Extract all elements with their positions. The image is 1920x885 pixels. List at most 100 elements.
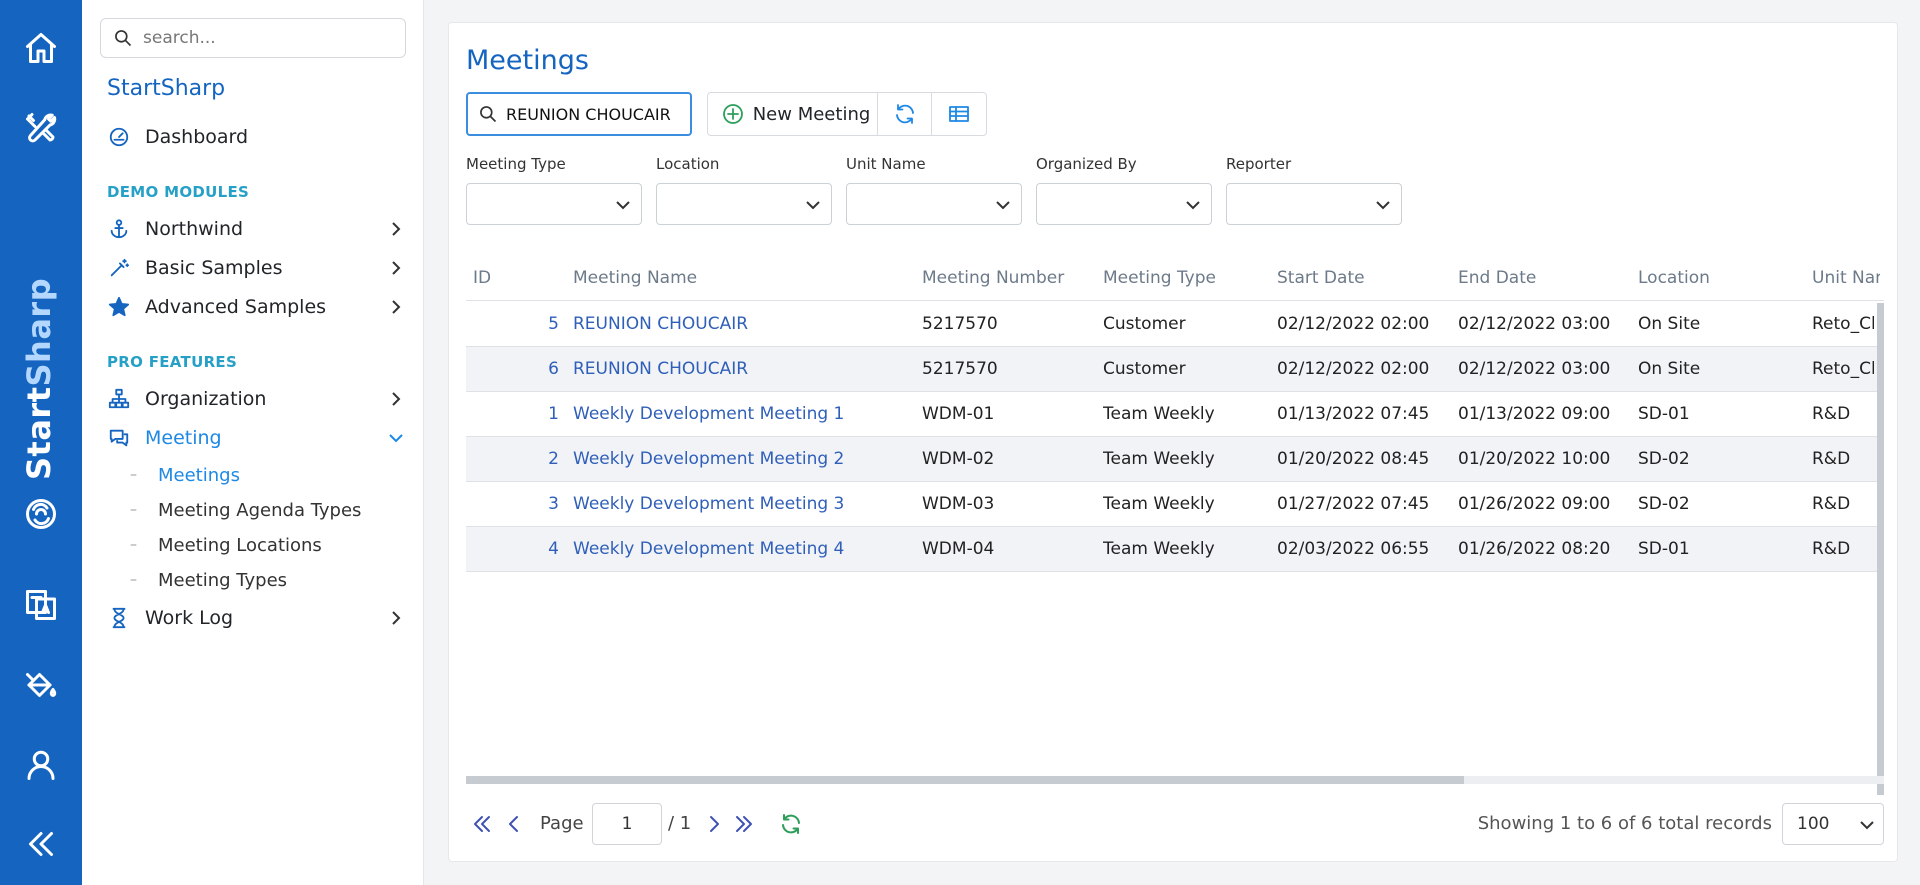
- column-header-meeting-name[interactable]: Meeting Name: [573, 255, 913, 301]
- paint-bucket-icon[interactable]: [0, 655, 82, 715]
- last-page-button[interactable]: [732, 812, 756, 836]
- sidebar-search-input[interactable]: [143, 28, 393, 48]
- new-meeting-button[interactable]: New Meeting: [708, 93, 878, 135]
- collapse-icon[interactable]: [0, 814, 82, 874]
- sidebar-title[interactable]: StartSharp: [107, 76, 225, 101]
- sidebar-item-label: Organization: [145, 388, 267, 410]
- table-row[interactable]: 2 Weekly Development Meeting 2 WDM-02 Te…: [466, 437, 1880, 482]
- search-icon: [480, 106, 497, 123]
- refresh-button[interactable]: [878, 93, 932, 135]
- cell-meeting-name-link[interactable]: Weekly Development Meeting 1: [573, 392, 913, 437]
- cell-meeting-name-link[interactable]: REUNION CHOUCAIR: [573, 302, 913, 347]
- sidebar-item-label: Northwind: [145, 218, 244, 240]
- cell-meeting-number: WDM-02: [922, 449, 995, 469]
- table-row[interactable]: 6 REUNION CHOUCAIR 5217570 Customer 02/1…: [466, 347, 1880, 392]
- page-label: Page: [540, 813, 584, 834]
- sidebar-search[interactable]: [100, 18, 406, 58]
- cell-meeting-number: 5217570: [922, 359, 998, 379]
- sidebar-item-basic-samples[interactable]: Basic Samples: [82, 249, 424, 287]
- app-rail: StartSharp: [0, 0, 82, 885]
- chevron-right-icon: [388, 299, 404, 315]
- column-header-location[interactable]: Location: [1638, 255, 1808, 301]
- table-row[interactable]: 1 Weekly Development Meeting 1 WDM-01 Te…: [466, 392, 1880, 437]
- chevron-down-icon: [996, 201, 1010, 210]
- plus-circle-icon: [722, 104, 743, 124]
- cell-id: 6: [548, 359, 559, 379]
- sidebar-subitem-label: Meeting Locations: [158, 534, 322, 556]
- filter-location-select[interactable]: [656, 183, 832, 225]
- column-header-id[interactable]: ID: [473, 255, 533, 301]
- sidebar-item-meeting[interactable]: Meeting: [82, 419, 424, 457]
- brand-swirl-icon: [0, 484, 82, 544]
- cell-unit-name: R&D: [1812, 539, 1851, 559]
- column-header-end-date[interactable]: End Date: [1458, 255, 1634, 301]
- previous-page-button[interactable]: [502, 812, 526, 836]
- page-number-input[interactable]: [592, 803, 662, 845]
- column-header-unit-name[interactable]: Unit Name: [1812, 255, 1880, 301]
- filter-reporter-select[interactable]: [1226, 183, 1402, 225]
- sidebar-subitem-meeting-types[interactable]: – Meeting Types: [82, 563, 424, 597]
- column-header-start-date[interactable]: Start Date: [1277, 255, 1453, 301]
- sidebar-item-label: Advanced Samples: [145, 296, 327, 318]
- cell-id: 5: [548, 314, 559, 334]
- quick-search-input[interactable]: [506, 104, 684, 124]
- page-size-select[interactable]: 100: [1782, 803, 1884, 845]
- cell-location: SD-02: [1638, 449, 1690, 469]
- filter-label: Meeting Type: [466, 155, 566, 173]
- sidebar-item-northwind[interactable]: Northwind: [82, 210, 424, 248]
- sidebar-item-label: Dashboard: [145, 126, 249, 148]
- sidebar-item-dashboard[interactable]: Dashboard: [82, 118, 424, 156]
- table-row[interactable]: 3 Weekly Development Meeting 3 WDM-03 Te…: [466, 482, 1880, 527]
- tools-icon[interactable]: [0, 98, 82, 158]
- sidebar-item-work-log[interactable]: Work Log: [82, 599, 424, 637]
- cell-id: 4: [548, 539, 559, 559]
- translate-icon[interactable]: [0, 575, 82, 635]
- chevron-down-icon: [806, 201, 820, 210]
- sidebar-subitem-meetings[interactable]: – Meetings: [82, 458, 424, 492]
- filter-label: Organized By: [1036, 155, 1137, 173]
- filter-meeting-type-select[interactable]: [466, 183, 642, 225]
- table-row[interactable]: 4 Weekly Development Meeting 4 WDM-04 Te…: [466, 527, 1880, 572]
- sidebar-subitem-meeting-agenda-types[interactable]: – Meeting Agenda Types: [82, 493, 424, 527]
- cell-unit-name: Reto_Cl: [1812, 314, 1874, 334]
- sidebar-item-organization[interactable]: Organization: [82, 380, 424, 418]
- cell-meeting-type: Team Weekly: [1103, 539, 1215, 559]
- horizontal-scrollbar-thumb[interactable]: [466, 776, 1464, 784]
- column-header-meeting-number[interactable]: Meeting Number: [922, 255, 1098, 301]
- next-page-button[interactable]: [702, 812, 726, 836]
- vertical-scrollbar[interactable]: [1877, 303, 1884, 795]
- cell-unit-name: R&D: [1812, 404, 1851, 424]
- filter-label: Unit Name: [846, 155, 926, 173]
- cell-meeting-name-link[interactable]: Weekly Development Meeting 2: [573, 437, 913, 482]
- sidebar-subitem-meeting-locations[interactable]: – Meeting Locations: [82, 528, 424, 562]
- cell-start-date: 02/12/2022 02:00: [1277, 314, 1430, 334]
- cell-meeting-number: WDM-01: [922, 404, 995, 424]
- page-total: / 1: [668, 813, 692, 834]
- user-icon[interactable]: [0, 735, 82, 795]
- cell-meeting-type: Customer: [1103, 359, 1186, 379]
- sidebar-item-advanced-samples[interactable]: Advanced Samples: [82, 288, 424, 326]
- cell-meeting-type: Team Weekly: [1103, 494, 1215, 514]
- first-page-button[interactable]: [470, 812, 494, 836]
- new-meeting-label: New Meeting: [752, 103, 871, 125]
- horizontal-scrollbar[interactable]: [466, 776, 1884, 784]
- cell-meeting-name-link[interactable]: Weekly Development Meeting 4: [573, 527, 913, 572]
- cell-end-date: 02/12/2022 03:00: [1458, 359, 1611, 379]
- quick-search[interactable]: [466, 92, 692, 136]
- cell-location: SD-01: [1638, 539, 1690, 559]
- cell-id: 2: [548, 449, 559, 469]
- reload-button[interactable]: [779, 812, 803, 836]
- cell-meeting-name-link[interactable]: Weekly Development Meeting 3: [573, 482, 913, 527]
- org-chart-icon: [107, 387, 131, 411]
- table-row[interactable]: 5 REUNION CHOUCAIR 5217570 Customer 02/1…: [466, 302, 1880, 347]
- cell-meeting-name-link[interactable]: REUNION CHOUCAIR: [573, 347, 913, 392]
- column-header-meeting-type[interactable]: Meeting Type: [1103, 255, 1273, 301]
- filter-organized-by-select[interactable]: [1036, 183, 1212, 225]
- filter-unit-name-select[interactable]: [846, 183, 1022, 225]
- cell-unit-name: Reto_Cl: [1812, 359, 1874, 379]
- cell-start-date: 02/12/2022 02:00: [1277, 359, 1430, 379]
- home-icon[interactable]: [0, 18, 82, 78]
- cell-meeting-number: WDM-04: [922, 539, 995, 559]
- column-picker-button[interactable]: [932, 93, 986, 135]
- chevron-down-icon: [388, 430, 404, 446]
